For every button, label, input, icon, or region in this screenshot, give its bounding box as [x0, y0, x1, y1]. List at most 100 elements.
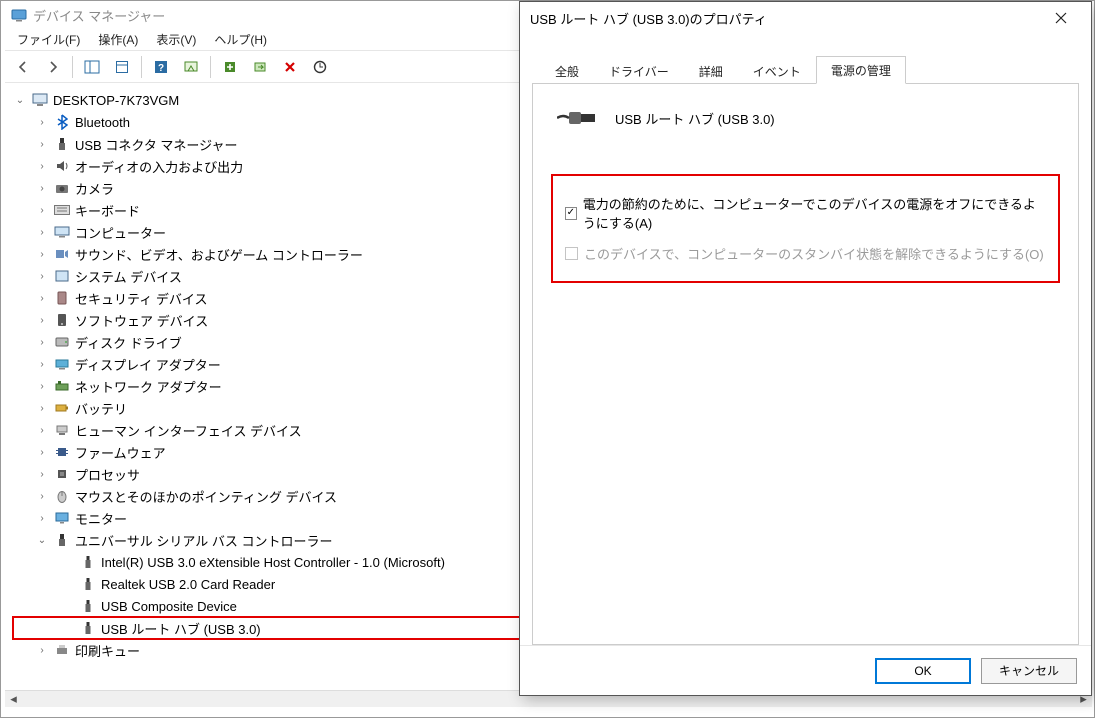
tab-general[interactable]: 全般 [540, 57, 594, 84]
tree-label: プロセッサ [75, 465, 140, 484]
usb-icon [79, 575, 97, 593]
toolbar-back[interactable] [9, 54, 37, 80]
system-device-icon [53, 267, 71, 285]
camera-icon [53, 179, 71, 197]
checkbox-label: 電力の節約のために、コンピューターでこのデバイスの電源をオフにできるようにする(… [583, 194, 1046, 232]
expand-icon[interactable]: › [35, 161, 49, 172]
tree-label: バッテリ [75, 399, 127, 418]
disk-drive-icon [53, 333, 71, 351]
tree-label: カメラ [75, 179, 114, 198]
menu-action[interactable]: 操作(A) [90, 29, 146, 50]
toolbar-help-icon[interactable]: ? [147, 54, 175, 80]
dm-title-text: デバイス マネージャー [33, 6, 165, 25]
checkbox-icon-unchecked [565, 247, 578, 260]
computer-icon [53, 223, 71, 241]
tree-label: ヒューマン インターフェイス デバイス [75, 421, 302, 440]
expand-icon[interactable]: › [35, 337, 49, 348]
usb-icon [79, 553, 97, 571]
hid-icon [53, 421, 71, 439]
usb-controller-icon [53, 531, 71, 549]
menu-view[interactable]: 表示(V) [148, 29, 204, 50]
bluetooth-icon [53, 113, 71, 131]
expand-icon[interactable]: › [35, 491, 49, 502]
speaker-icon [53, 157, 71, 175]
scroll-left-icon[interactable]: ◂ [5, 691, 22, 708]
toolbar-show-hide-tree[interactable] [78, 54, 106, 80]
mouse-icon [53, 487, 71, 505]
expand-icon[interactable]: › [35, 139, 49, 150]
expand-icon[interactable]: › [35, 205, 49, 216]
tab-details[interactable]: 詳細 [684, 57, 738, 84]
usb-plug-icon [557, 106, 597, 130]
menu-file[interactable]: ファイル(F) [9, 29, 88, 50]
tab-power-management[interactable]: 電源の管理 [816, 56, 906, 84]
expand-icon[interactable]: › [35, 249, 49, 260]
tab-driver[interactable]: ドライバー [594, 57, 684, 84]
printer-icon [53, 641, 71, 659]
keyboard-icon [53, 201, 71, 219]
firmware-icon [53, 443, 71, 461]
expand-icon[interactable]: › [35, 227, 49, 238]
tree-label: マウスとそのほかのポインティング デバイス [75, 487, 337, 506]
device-manager-icon [11, 7, 27, 23]
tree-label: ディスプレイ アダプター [75, 355, 221, 374]
tree-label: システム デバイス [75, 267, 182, 286]
properties-titlebar: USB ルート ハブ (USB 3.0)のプロパティ [520, 2, 1091, 34]
expand-icon[interactable]: › [35, 425, 49, 436]
toolbar-scan-hardware-icon[interactable] [306, 54, 334, 80]
tree-label: 印刷キュー [75, 641, 140, 660]
toolbar-separator [72, 56, 73, 78]
toolbar-properties[interactable] [108, 54, 136, 80]
device-name-text: USB ルート ハブ (USB 3.0) [615, 109, 775, 128]
svg-text:?: ? [158, 63, 164, 74]
collapse-icon[interactable]: ⌄ [35, 535, 49, 546]
toolbar-enable-device-icon[interactable] [246, 54, 274, 80]
network-adapter-icon [53, 377, 71, 395]
computer-icon [31, 91, 49, 109]
close-button[interactable] [1041, 4, 1081, 32]
properties-dialog: USB ルート ハブ (USB 3.0)のプロパティ 全般 ドライバー 詳細 イ… [519, 1, 1092, 696]
expand-icon[interactable]: › [35, 513, 49, 524]
expand-icon[interactable]: › [35, 447, 49, 458]
tree-label: USB Composite Device [101, 599, 237, 614]
expand-icon[interactable]: › [35, 271, 49, 282]
expand-icon[interactable]: › [35, 293, 49, 304]
toolbar-uninstall-icon[interactable] [276, 54, 304, 80]
toolbar-scan-icon[interactable] [177, 54, 205, 80]
tree-label: サウンド、ビデオ、およびゲーム コントローラー [75, 245, 363, 264]
cancel-button[interactable]: キャンセル [981, 658, 1077, 684]
usb-icon [79, 597, 97, 615]
tree-label: Realtek USB 2.0 Card Reader [101, 577, 275, 592]
expand-icon[interactable]: › [35, 359, 49, 370]
usb-icon [79, 619, 97, 637]
expand-icon[interactable]: › [35, 183, 49, 194]
menu-help[interactable]: ヘルプ(H) [206, 29, 275, 50]
collapse-icon[interactable]: ⌄ [13, 95, 27, 106]
toolbar-update-driver-icon[interactable] [216, 54, 244, 80]
ok-button[interactable]: OK [875, 658, 971, 684]
expand-icon[interactable]: › [35, 469, 49, 480]
checkbox-allow-power-off[interactable]: ✓ 電力の節約のために、コンピューターでこのデバイスの電源をオフにできるようにす… [565, 188, 1046, 238]
toolbar-separator [210, 56, 211, 78]
tree-label: ネットワーク アダプター [75, 377, 222, 396]
device-header: USB ルート ハブ (USB 3.0) [551, 102, 1060, 148]
expand-icon[interactable]: › [35, 117, 49, 128]
tree-label: Intel(R) USB 3.0 eXtensible Host Control… [101, 555, 445, 570]
display-adapter-icon [53, 355, 71, 373]
close-icon [1055, 12, 1067, 24]
tab-bar: 全般 ドライバー 詳細 イベント 電源の管理 [532, 54, 1079, 84]
tree-root-label: DESKTOP-7K73VGM [53, 93, 179, 108]
expand-icon[interactable]: › [35, 645, 49, 656]
properties-title-text: USB ルート ハブ (USB 3.0)のプロパティ [530, 9, 767, 28]
tab-events[interactable]: イベント [738, 57, 816, 84]
toolbar-forward[interactable] [39, 54, 67, 80]
expand-icon[interactable]: › [35, 381, 49, 392]
toolbar-separator [141, 56, 142, 78]
tree-label: Bluetooth [75, 115, 130, 130]
usb-connector-icon [53, 135, 71, 153]
tree-label: モニター [75, 509, 127, 528]
tree-label: キーボード [75, 201, 140, 220]
sound-video-icon [53, 245, 71, 263]
expand-icon[interactable]: › [35, 315, 49, 326]
expand-icon[interactable]: › [35, 403, 49, 414]
